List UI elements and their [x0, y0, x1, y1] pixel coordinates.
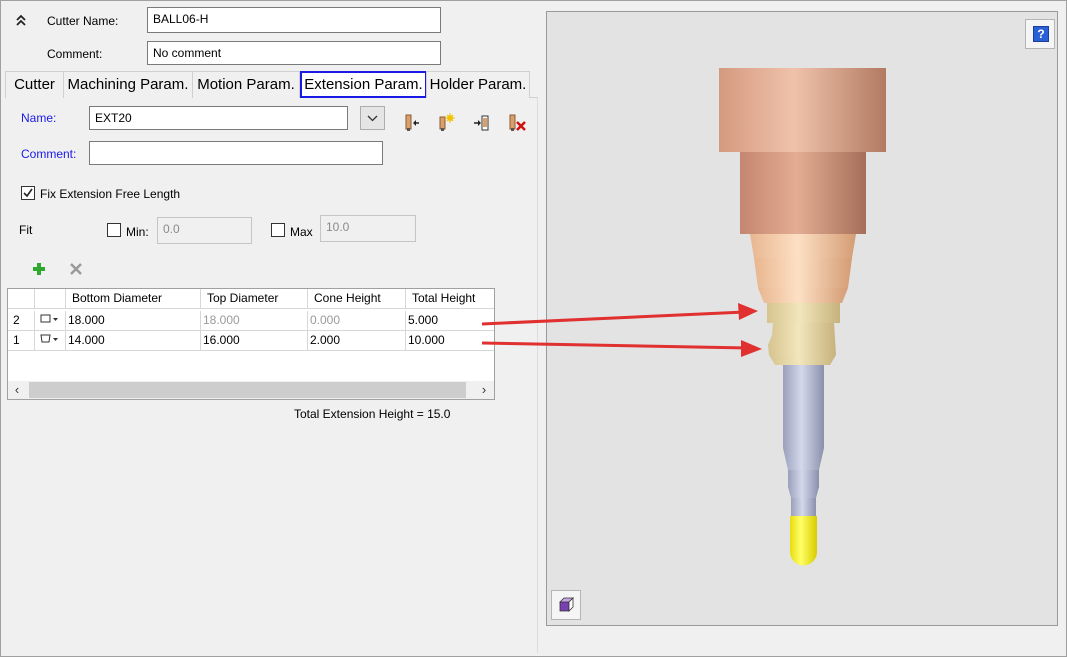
cone-height-cell[interactable]: 2.000	[308, 331, 406, 351]
min-input[interactable]: 0.0	[157, 217, 252, 244]
cone-segment-icon	[40, 334, 58, 343]
min-checkbox[interactable]	[107, 223, 121, 237]
tool-preview-viewport[interactable]	[546, 11, 1058, 626]
header-type	[35, 289, 66, 309]
help-button[interactable]: ?	[1025, 19, 1055, 49]
view-orientation-button[interactable]	[551, 590, 581, 620]
cylinder-segment-icon	[40, 314, 58, 323]
fix-free-length-label: Fix Extension Free Length	[40, 187, 181, 201]
header-top-diameter[interactable]: Top Diameter	[201, 289, 308, 309]
total-extension-height: Total Extension Height = 15.0	[294, 407, 451, 421]
tab-cutter[interactable]: Cutter	[5, 71, 64, 98]
new-extension-button[interactable]	[435, 113, 455, 133]
bottom-diameter-cell[interactable]: 14.000	[66, 331, 201, 351]
view-cube-icon	[559, 597, 574, 612]
extension-comment-input[interactable]	[89, 141, 383, 165]
cutter-name-label: Cutter Name:	[47, 14, 119, 28]
checkmark-icon	[23, 188, 33, 198]
comment-label: Comment:	[47, 47, 103, 61]
add-row-button[interactable]	[30, 260, 50, 280]
delete-extension-icon	[509, 114, 526, 131]
extension-table[interactable]: Bottom Diameter Top Diameter Cone Height…	[7, 288, 495, 400]
top-diameter-cell[interactable]: 18.000	[201, 311, 308, 331]
help-icon: ?	[1033, 26, 1049, 42]
row-index: 1	[8, 331, 35, 351]
segment-type-dropdown[interactable]	[35, 311, 66, 331]
top-diameter-cell[interactable]: 16.000	[201, 331, 308, 351]
table-horizontal-scrollbar[interactable]: ‹ ›	[8, 381, 494, 399]
header-total-height[interactable]: Total Height	[406, 289, 494, 309]
tab-machining-param[interactable]: Machining Param.	[63, 71, 193, 98]
new-extension-icon	[439, 113, 455, 131]
cross-icon	[70, 263, 82, 275]
double-chevron-up-icon	[16, 14, 26, 26]
fit-label: Fit	[19, 223, 33, 237]
table-header: Bottom Diameter Top Diameter Cone Height…	[8, 289, 494, 309]
table-row[interactable]: 2 18.000 18.000 0.000 5.000	[8, 311, 494, 331]
extension-name-input[interactable]: EXT20	[89, 106, 348, 130]
min-label: Min:	[126, 225, 149, 239]
header-index	[8, 289, 35, 309]
max-label: Max	[290, 225, 313, 239]
tab-extension-param[interactable]: Extension Param.	[300, 71, 427, 98]
tab-holder-param[interactable]: Holder Param.	[426, 71, 530, 98]
fix-free-length-checkbox[interactable]	[21, 186, 35, 200]
max-input[interactable]: 10.0	[320, 215, 416, 242]
header-bottom-diameter[interactable]: Bottom Diameter	[66, 289, 201, 309]
scroll-right-arrow-icon[interactable]: ›	[475, 381, 493, 399]
plus-icon	[33, 263, 45, 275]
max-checkbox[interactable]	[271, 223, 285, 237]
header-cone-height[interactable]: Cone Height	[308, 289, 406, 309]
cone-height-cell[interactable]: 0.000	[308, 311, 406, 331]
bottom-diameter-cell[interactable]: 18.000	[66, 311, 201, 331]
segment-type-dropdown[interactable]	[35, 331, 66, 351]
save-extension-icon	[474, 115, 489, 131]
row-index: 2	[8, 311, 35, 331]
chevron-down-icon	[367, 115, 378, 122]
save-extension-button[interactable]	[472, 113, 492, 133]
load-extension-button[interactable]	[401, 113, 421, 133]
scroll-thumb[interactable]	[29, 382, 466, 398]
comment-input[interactable]: No comment	[147, 41, 441, 65]
collapse-button[interactable]	[13, 12, 29, 28]
total-height-cell[interactable]: 5.000	[406, 311, 494, 331]
extension-name-dropdown[interactable]	[360, 106, 385, 130]
cutter-name-input[interactable]: BALL06-H	[147, 7, 441, 33]
table-row[interactable]: 1 14.000 16.000 2.000 10.000	[8, 331, 494, 351]
scroll-left-arrow-icon[interactable]: ‹	[8, 381, 26, 399]
delete-extension-button[interactable]	[507, 113, 527, 133]
extension-comment-label: Comment:	[21, 147, 77, 161]
load-extension-icon	[405, 114, 419, 131]
remove-row-button[interactable]	[67, 260, 87, 280]
extension-name-label: Name:	[21, 111, 57, 125]
tab-motion-param[interactable]: Motion Param.	[192, 71, 300, 98]
total-height-cell[interactable]: 10.000	[406, 331, 494, 351]
